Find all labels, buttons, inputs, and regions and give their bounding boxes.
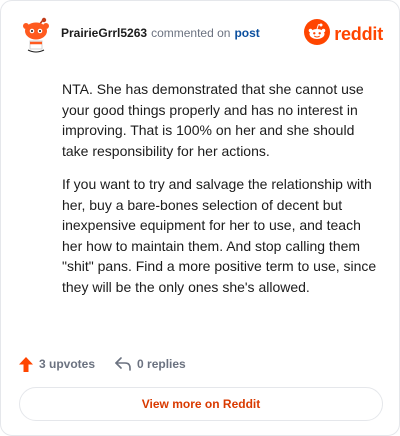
comment-header: PrairieGrrl5263 commented on post reddit bbox=[19, 15, 383, 55]
upvote-count[interactable]: 3 upvotes bbox=[19, 356, 96, 372]
reply-arrow-icon bbox=[115, 357, 131, 371]
comment-action-text: commented on bbox=[151, 26, 231, 40]
reply-count[interactable]: 0 replies bbox=[115, 357, 186, 371]
username-link[interactable]: PrairieGrrl5263 bbox=[61, 26, 147, 40]
reddit-comment-card: PrairieGrrl5263 commented onpost reddit bbox=[0, 0, 400, 436]
view-more-label: View more on Reddit bbox=[141, 397, 261, 411]
reddit-logo-icon bbox=[304, 18, 331, 50]
comment-footer: 3 upvotes 0 replies bbox=[19, 353, 186, 375]
upvote-label: 3 upvotes bbox=[39, 357, 96, 371]
comment-meta: PrairieGrrl5263 commented on post bbox=[61, 26, 260, 40]
upvote-arrow-icon bbox=[19, 356, 33, 372]
post-link[interactable]: post bbox=[234, 26, 259, 40]
comment-paragraph: If you want to try and salvage the relat… bbox=[62, 176, 377, 295]
reddit-snoo-avatar-icon[interactable] bbox=[19, 17, 53, 53]
reddit-wordmark: reddit bbox=[334, 23, 383, 44]
comment-paragraph: NTA. She has demonstrated that she canno… bbox=[62, 81, 364, 159]
reddit-brand[interactable]: reddit bbox=[304, 18, 383, 50]
comment-body: NTA. She has demonstrated that she canno… bbox=[62, 79, 380, 297]
view-more-on-reddit-button[interactable]: View more on Reddit bbox=[19, 387, 383, 421]
reply-label: 0 replies bbox=[137, 357, 186, 371]
